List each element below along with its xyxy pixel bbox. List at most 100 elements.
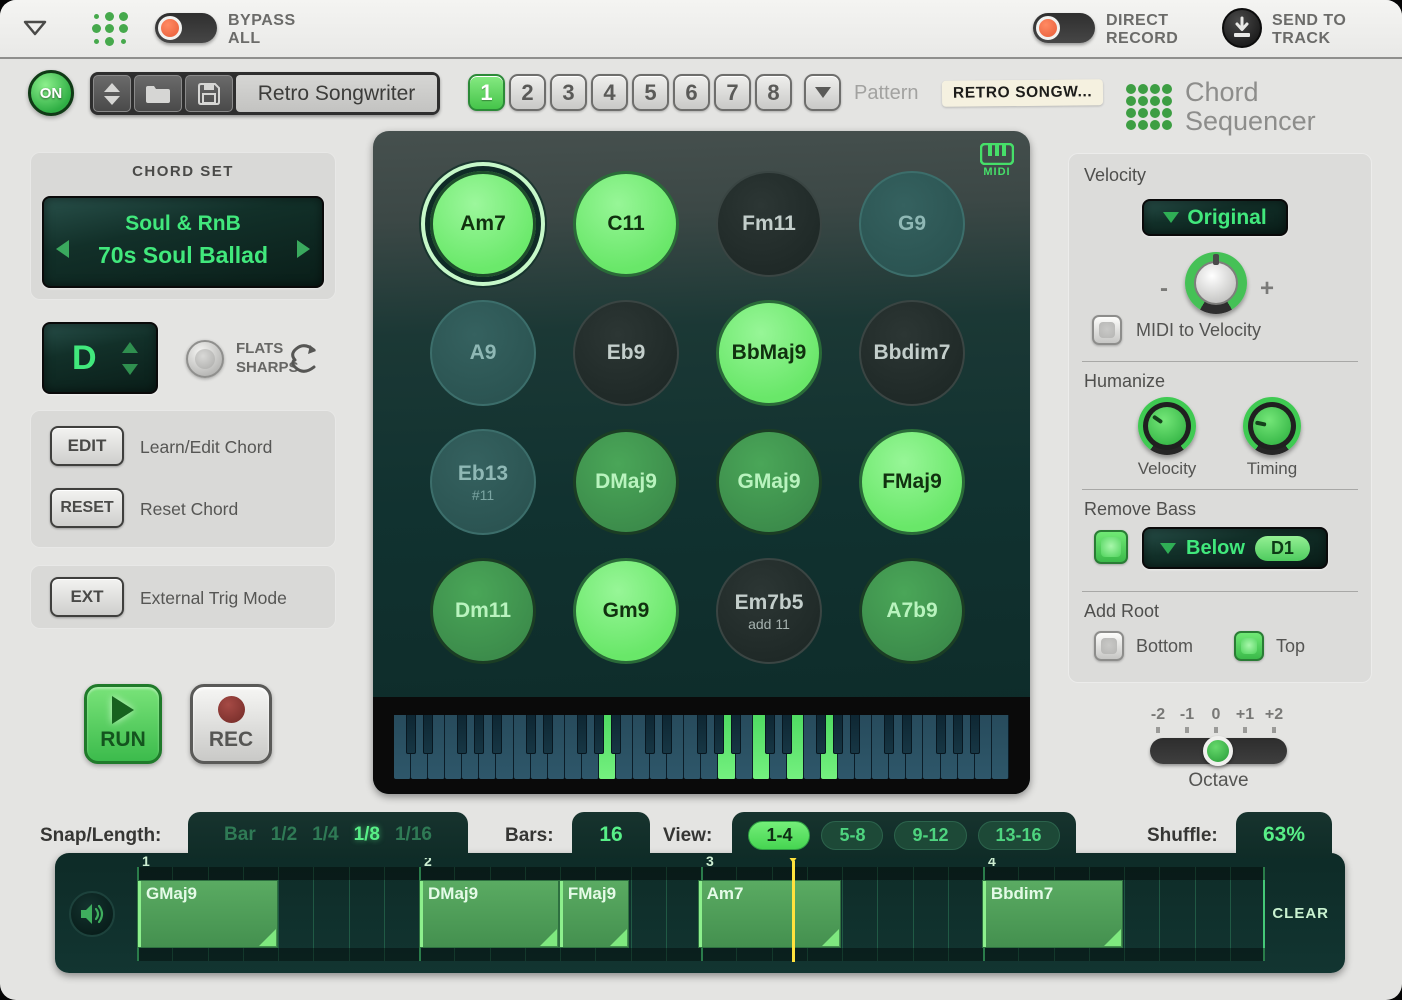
chord-pad-A7b9[interactable]: A7b9	[859, 558, 965, 664]
black-key[interactable]	[423, 715, 433, 754]
pattern-slot-5[interactable]: 5	[632, 74, 669, 111]
add-root-bottom-checkbox[interactable]	[1094, 631, 1124, 661]
remove-bass-dropdown[interactable]: Below D1	[1142, 527, 1328, 569]
timeline-block-FMaj9[interactable]: FMaj9	[559, 880, 629, 948]
pattern-slot-8[interactable]: 8	[755, 74, 792, 111]
view-range-9-12[interactable]: 9-12	[894, 821, 966, 850]
midi-to-velocity-checkbox[interactable]	[1092, 315, 1122, 345]
timeline-block-GMaj9[interactable]: GMaj9	[137, 880, 278, 948]
black-key[interactable]	[406, 715, 416, 754]
run-button[interactable]: RUN	[84, 684, 162, 764]
black-key[interactable]	[714, 715, 724, 754]
black-key[interactable]	[474, 715, 484, 754]
black-key[interactable]	[543, 715, 553, 754]
black-key[interactable]	[970, 715, 980, 754]
chord-set-next-icon[interactable]	[297, 240, 310, 258]
bypass-all-toggle[interactable]	[155, 13, 217, 43]
black-key[interactable]	[594, 715, 604, 754]
chord-pad-Eb13[interactable]: Eb13#11	[430, 429, 536, 535]
view-range-1-4[interactable]: 1-4	[748, 821, 810, 850]
block-resize-handle[interactable]	[259, 929, 276, 946]
chord-pad-DMaj9[interactable]: DMaj9	[573, 429, 679, 535]
shuffle-tab[interactable]: 63%	[1236, 812, 1332, 858]
black-key[interactable]	[884, 715, 894, 754]
app-dots-icon[interactable]	[90, 10, 130, 48]
snap-option-Bar[interactable]: Bar	[224, 824, 256, 846]
timeline-grid[interactable]: 1234GMaj9DMaj9FMaj9Am7Bbdim7	[137, 867, 1265, 961]
white-key-35[interactable]	[992, 715, 1009, 779]
chord-pad-A9[interactable]: A9	[430, 300, 536, 406]
chord-pad-Am7[interactable]: Am7	[430, 171, 536, 277]
reset-chord-button[interactable]: RESET	[50, 488, 124, 528]
power-on-button[interactable]: ON	[28, 70, 74, 116]
timeline-block-Bbdim7[interactable]: Bbdim7	[982, 880, 1123, 948]
send-to-track-button[interactable]	[1222, 8, 1262, 48]
undo-arrow-icon[interactable]	[288, 342, 320, 376]
chord-set-prev-icon[interactable]	[56, 240, 69, 258]
black-key[interactable]	[902, 715, 912, 754]
audition-button[interactable]	[69, 891, 115, 937]
clear-button[interactable]: CLEAR	[1272, 905, 1329, 922]
remove-bass-checkbox[interactable]	[1094, 530, 1128, 564]
add-root-top-checkbox[interactable]	[1234, 631, 1264, 661]
snap-option-1-16[interactable]: 1/16	[395, 824, 432, 846]
block-resize-handle[interactable]	[610, 929, 627, 946]
block-resize-handle[interactable]	[1104, 929, 1121, 946]
chord-pad-Dm11[interactable]: Dm11	[430, 558, 536, 664]
chord-pad-Fm11[interactable]: Fm11	[716, 171, 822, 277]
black-key[interactable]	[662, 715, 672, 754]
playhead[interactable]	[792, 861, 795, 962]
chord-pad-GMaj9[interactable]: GMaj9	[716, 429, 822, 535]
chord-pad-Eb9[interactable]: Eb9	[573, 300, 679, 406]
piano-keyboard[interactable]	[394, 715, 1009, 779]
flats-sharps-button[interactable]	[186, 340, 224, 378]
snap-option-1-4[interactable]: 1/4	[312, 824, 338, 846]
pattern-slot-6[interactable]: 6	[673, 74, 710, 111]
key-down-icon[interactable]	[122, 364, 138, 375]
black-key[interactable]	[782, 715, 792, 754]
black-key[interactable]	[953, 715, 963, 754]
pattern-dropdown-button[interactable]	[804, 74, 841, 111]
humanize-velocity-knob[interactable]	[1138, 397, 1196, 455]
black-key[interactable]	[697, 715, 707, 754]
pattern-slot-2[interactable]: 2	[509, 74, 546, 111]
black-key[interactable]	[457, 715, 467, 754]
black-key[interactable]	[577, 715, 587, 754]
save-preset-button[interactable]	[185, 75, 233, 112]
direct-record-toggle[interactable]	[1033, 13, 1095, 43]
octave-slider-handle[interactable]	[1203, 736, 1233, 766]
chord-pad-Bbdim7[interactable]: Bbdim7	[859, 300, 965, 406]
snap-option-1-2[interactable]: 1/2	[271, 824, 297, 846]
pattern-slot-7[interactable]: 7	[714, 74, 751, 111]
black-key[interactable]	[526, 715, 536, 754]
chord-pad-BbMaj9[interactable]: BbMaj9	[716, 300, 822, 406]
black-key[interactable]	[816, 715, 826, 754]
timeline-block-DMaj9[interactable]: DMaj9	[419, 880, 559, 948]
key-up-icon[interactable]	[122, 342, 138, 353]
window-caret-icon[interactable]	[22, 20, 48, 36]
pattern-name-tag[interactable]: RETRO SONGW...	[942, 79, 1104, 107]
view-range-13-16[interactable]: 13-16	[978, 821, 1060, 850]
preset-name-field[interactable]: Retro Songwriter	[236, 75, 437, 112]
black-key[interactable]	[492, 715, 502, 754]
black-key[interactable]	[731, 715, 741, 754]
snap-option-1-8[interactable]: 1/8	[354, 824, 380, 846]
velocity-knob[interactable]	[1185, 252, 1247, 314]
humanize-timing-knob[interactable]	[1243, 397, 1301, 455]
chord-pad-Em7b5[interactable]: Em7b5add 11	[716, 558, 822, 664]
preset-spinner[interactable]	[93, 75, 131, 112]
rec-button[interactable]: REC	[190, 684, 272, 764]
black-key[interactable]	[850, 715, 860, 754]
pattern-slot-1[interactable]: 1	[468, 74, 505, 111]
black-key[interactable]	[765, 715, 775, 754]
timeline-block-Am7[interactable]: Am7	[698, 880, 841, 948]
external-trig-button[interactable]: EXT	[50, 577, 124, 617]
black-key[interactable]	[936, 715, 946, 754]
black-key[interactable]	[611, 715, 621, 754]
pattern-slot-4[interactable]: 4	[591, 74, 628, 111]
key-display[interactable]: D	[42, 322, 158, 394]
chord-pad-FMaj9[interactable]: FMaj9	[859, 429, 965, 535]
bars-tab[interactable]: 16	[572, 812, 650, 858]
remove-bass-note[interactable]: D1	[1255, 536, 1310, 561]
chord-pad-C11[interactable]: C11	[573, 171, 679, 277]
